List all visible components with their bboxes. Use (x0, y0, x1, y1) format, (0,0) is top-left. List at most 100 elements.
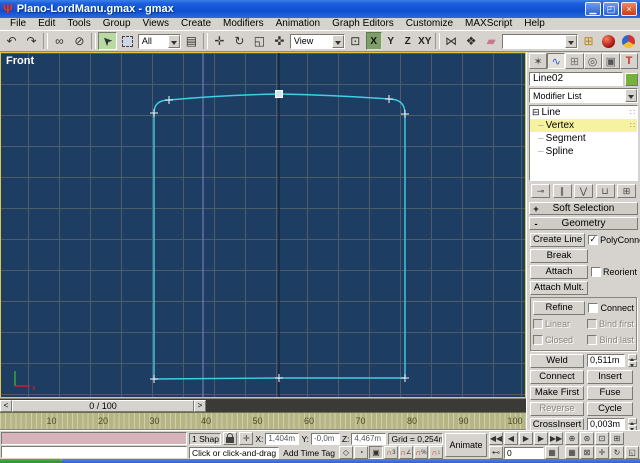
create-tab[interactable]: ✶ (529, 53, 547, 69)
viewport-canvas[interactable]: x (1, 53, 525, 397)
zoom-all-button[interactable]: ⊛ (580, 432, 594, 445)
menu-edit[interactable]: Edit (32, 18, 61, 30)
x-coordinate-field[interactable]: 1,404m (265, 433, 299, 445)
menu-group[interactable]: Group (97, 18, 137, 30)
selection-lock-button[interactable] (223, 432, 237, 445)
play-button[interactable]: ▶ (519, 432, 533, 445)
select-and-link-icon[interactable]: ∞ (50, 32, 69, 50)
connect-button[interactable]: Connect (530, 370, 584, 384)
weld-threshold-field[interactable]: 0,511m (587, 354, 625, 367)
weld-button[interactable]: Weld (530, 354, 584, 368)
shortcut-override-button[interactable]: ▦ (565, 446, 579, 459)
material-editor-icon[interactable] (599, 32, 618, 50)
make-unique-icon[interactable]: ⋁ (574, 184, 593, 198)
mirror-icon[interactable]: ⋈ (442, 32, 461, 50)
pan-button[interactable]: ✛ (595, 446, 609, 459)
viewport-label[interactable]: Front (6, 55, 34, 67)
dropdown-arrow-icon[interactable] (625, 89, 637, 102)
arc-rotate-button[interactable]: ↻ (610, 446, 624, 459)
soft-selection-rollout-header[interactable]: + Soft Selection (529, 202, 638, 215)
show-end-result-icon[interactable]: ∥ (553, 184, 572, 198)
title-bar[interactable]: Ψ Plano-LordManu.gmax - gmax ▁ ◰ × (0, 0, 640, 18)
select-and-rotate-icon[interactable]: ↻ (230, 32, 249, 50)
zoom-button[interactable]: ⊕ (565, 432, 579, 445)
create-line-button[interactable]: Create Line (530, 233, 585, 247)
z-coordinate-field[interactable]: 4,467m (351, 433, 385, 445)
configure-modifier-sets-icon[interactable]: ⊞ (617, 184, 636, 198)
expand-icon[interactable]: ⊟ (532, 107, 540, 118)
restrict-z-button[interactable]: Z (400, 32, 416, 50)
fuse-button[interactable]: Fuse (587, 386, 633, 400)
selection-filter-dropdown[interactable]: All (138, 34, 181, 49)
crossinsert-button[interactable]: CrossInsert (530, 418, 584, 431)
curve-editor-icon[interactable]: ⊞ (579, 32, 598, 50)
reference-coordinate-dropdown[interactable]: View (290, 34, 345, 49)
object-color-swatch[interactable] (625, 73, 638, 86)
close-button[interactable]: × (621, 2, 637, 16)
menu-help[interactable]: Help (518, 18, 551, 30)
menu-maxscript[interactable]: MAXScript (459, 18, 518, 30)
use-center-icon[interactable]: ⊡ (346, 32, 365, 50)
dropdown-arrow-icon[interactable] (332, 35, 344, 48)
crossinsert-field[interactable]: 0,003m (587, 418, 625, 430)
undo-icon[interactable]: ↶ (2, 32, 21, 50)
animate-button[interactable]: Animate (445, 433, 487, 457)
refine-button[interactable]: Refine (533, 301, 585, 315)
array-icon[interactable]: ❖ (462, 32, 481, 50)
dropdown-arrow-icon[interactable] (565, 35, 577, 48)
snap-dial-icon[interactable]: ◔ (354, 446, 368, 459)
stack-item-spline[interactable]: ─Spline (530, 145, 637, 158)
spinner-snap-icon[interactable]: ∩↕ (429, 446, 443, 459)
object-name-field[interactable]: Line02 (529, 72, 623, 86)
region-zoom-button[interactable]: ⊠ (580, 446, 594, 459)
menu-file[interactable]: File (4, 18, 32, 30)
absolute-mode-button[interactable]: ✛ (239, 432, 253, 445)
attach-mult-button[interactable]: Attach Mult. (530, 281, 588, 295)
time-prev-button[interactable]: < (0, 400, 12, 412)
next-frame-button[interactable]: ▶ (534, 432, 548, 445)
modifier-list-dropdown[interactable]: Modifier List (529, 88, 638, 103)
menu-create[interactable]: Create (175, 18, 217, 30)
utilities-tab[interactable]: T (620, 53, 638, 69)
dropdown-arrow-icon[interactable] (168, 35, 180, 48)
angle-snap-icon[interactable]: ∩∠ (399, 446, 413, 459)
make-first-button[interactable]: Make First (530, 386, 584, 400)
menu-animation[interactable]: Animation (270, 18, 326, 30)
cycle-button[interactable]: Cycle (587, 402, 633, 416)
time-next-button[interactable]: > (194, 400, 206, 412)
select-and-manipulate-icon[interactable]: ✜ (270, 32, 289, 50)
restore-button[interactable]: ◰ (603, 2, 619, 16)
zoom-extents-all-button[interactable]: ⊞ (610, 432, 624, 445)
attach-button[interactable]: Attach (530, 265, 588, 279)
stack-item-segment[interactable]: ─Segment (530, 132, 637, 145)
stack-item-vertex[interactable]: ─Vertex∷ (530, 119, 637, 132)
motion-tab[interactable]: ◎ (584, 53, 602, 69)
zoom-extents-button[interactable]: ⊡ (595, 432, 609, 445)
listener-script-pane[interactable] (1, 446, 187, 459)
start-button[interactable] (0, 459, 62, 463)
modify-tab[interactable]: ∿ (547, 53, 565, 69)
minimize-button[interactable]: ▁ (585, 2, 601, 16)
key-filters-button[interactable]: ▦ (545, 446, 559, 459)
render-icon[interactable] (619, 32, 638, 50)
stack-item-line[interactable]: ⊟Line∷ (530, 106, 637, 119)
percent-snap-icon[interactable]: ∩% (414, 446, 428, 459)
y-coordinate-field[interactable]: -0,0m (311, 433, 340, 445)
named-selection-dropdown[interactable] (502, 34, 578, 49)
menu-tools[interactable]: Tools (61, 18, 96, 30)
unlink-selection-icon[interactable]: ⊘ (70, 32, 89, 50)
rectangular-selection-region-icon[interactable] (118, 32, 137, 50)
break-button[interactable]: Break (530, 249, 588, 263)
front-viewport[interactable]: Front x (0, 52, 526, 398)
go-to-start-button[interactable]: ◀◀ (489, 432, 503, 445)
snap-3d-toggle-icon[interactable]: ▣ (369, 446, 383, 459)
select-and-scale-icon[interactable]: ◱ (250, 32, 269, 50)
reorient-checkbox[interactable]: Reorient (591, 267, 637, 277)
restrict-xy-button[interactable]: XY (417, 32, 433, 50)
restrict-x-button[interactable]: X (366, 32, 382, 50)
listener-macro-pane[interactable] (1, 432, 187, 445)
restrict-y-button[interactable]: Y (383, 32, 399, 50)
set-key-mode-button[interactable]: ⊷ (489, 446, 503, 459)
remove-modifier-icon[interactable]: ⊔ (596, 184, 615, 198)
select-and-move-icon[interactable]: ✛ (210, 32, 229, 50)
